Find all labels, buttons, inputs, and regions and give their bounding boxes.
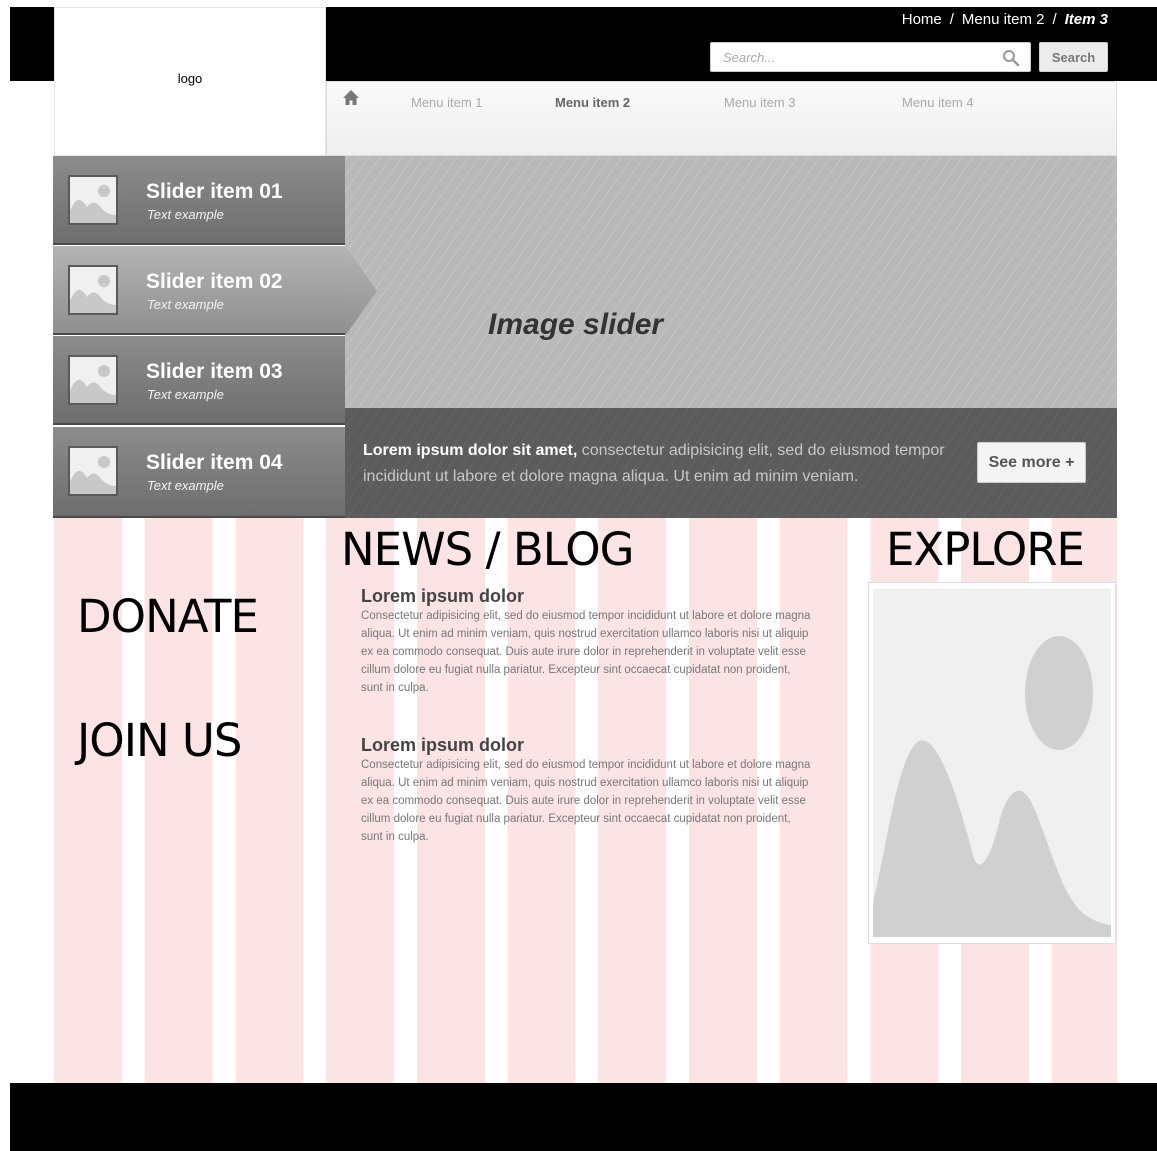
caption-bold: Lorem ipsum dolor sit amet,: [363, 442, 578, 459]
search-icon[interactable]: [1002, 49, 1020, 67]
breadcrumb: Home / Menu item 2 / Item 3: [902, 11, 1108, 28]
slider-item-title: Slider item 04: [146, 451, 283, 474]
image-slider[interactable]: Image slider: [345, 156, 1117, 408]
search-input[interactable]: [711, 43, 981, 71]
nav-item-1[interactable]: Menu item 1: [411, 95, 483, 110]
search-button[interactable]: Search: [1039, 42, 1108, 72]
breadcrumb-separator: /: [949, 11, 954, 28]
slider-item-subtitle: Text example: [147, 478, 224, 493]
slider-item-title: Slider item 02: [146, 270, 283, 293]
logo[interactable]: logo: [54, 7, 326, 156]
post-body: Consectetur adipisicing elit, sed do eiu…: [361, 610, 811, 694]
image-placeholder-icon: [68, 446, 118, 496]
active-slide-arrow: [345, 246, 377, 336]
image-placeholder-icon: [873, 589, 1111, 937]
breadcrumb-separator: /: [1052, 11, 1057, 28]
caption-text: Lorem ipsum dolor sit amet, consectetur …: [363, 438, 953, 490]
breadcrumb-home[interactable]: Home: [902, 11, 942, 28]
nav-item-3[interactable]: Menu item 3: [724, 95, 796, 110]
nav-item-4[interactable]: Menu item 4: [902, 95, 974, 110]
slider-item-02[interactable]: Slider item 02 Text example: [53, 246, 345, 335]
news-heading: NEWS / BLOG: [341, 523, 635, 576]
slider-item-subtitle: Text example: [147, 387, 224, 402]
slider-item-title: Slider item 03: [146, 360, 283, 383]
breadcrumb-current: Item 3: [1064, 11, 1108, 28]
footer: [10, 1083, 1157, 1151]
logo-label: logo: [177, 71, 203, 86]
join-us-link[interactable]: JOIN US: [77, 714, 242, 767]
breadcrumb-menu-item-2[interactable]: Menu item 2: [962, 11, 1045, 28]
slider-item-subtitle: Text example: [147, 207, 224, 222]
nav-item-2[interactable]: Menu item 2: [555, 95, 630, 110]
home-icon[interactable]: [341, 88, 361, 108]
post-body: Consectetur adipisicing elit, sed do eiu…: [361, 759, 811, 843]
slider-item-title: Slider item 01: [146, 180, 283, 203]
slider-item-03[interactable]: Slider item 03 Text example: [53, 336, 345, 425]
slider-item-01[interactable]: Slider item 01 Text example: [53, 156, 345, 245]
image-placeholder-icon: [68, 175, 118, 225]
slider-item-04[interactable]: Slider item 04 Text example: [53, 427, 345, 518]
slider-caption: Lorem ipsum dolor sit amet, consectetur …: [345, 408, 1117, 518]
explore-image[interactable]: [868, 582, 1116, 944]
see-more-button[interactable]: See more +: [977, 442, 1086, 483]
image-placeholder-icon: [68, 265, 118, 315]
search-field[interactable]: [710, 42, 1031, 72]
image-placeholder-icon: [68, 355, 118, 405]
donate-link[interactable]: DONATE: [77, 590, 259, 643]
post-title[interactable]: Lorem ipsum dolor: [361, 735, 524, 756]
explore-heading: EXPLORE: [886, 523, 1085, 576]
main-nav: Menu item 1 Menu item 2 Menu item 3 Menu…: [326, 81, 1117, 156]
image-slider-label: Image slider: [488, 308, 664, 341]
slider-item-subtitle: Text example: [147, 297, 224, 312]
post-title[interactable]: Lorem ipsum dolor: [361, 586, 524, 607]
